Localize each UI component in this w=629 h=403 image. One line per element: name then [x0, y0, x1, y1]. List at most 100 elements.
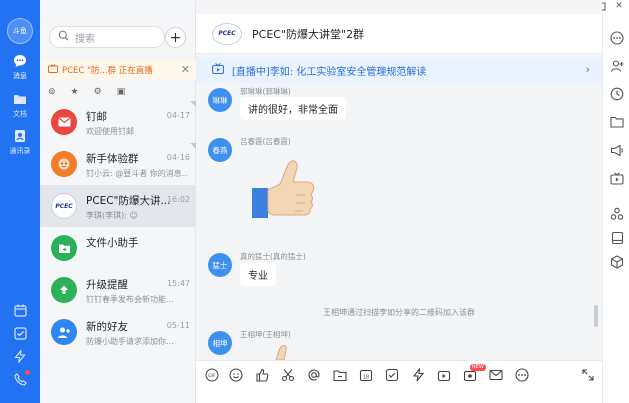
avatar[interactable]: 琳琳: [208, 88, 232, 112]
nav-messages-label: 消息: [13, 72, 27, 80]
contacts-book-icon: [12, 128, 28, 144]
conversation-name: 升级提醒: [86, 279, 128, 291]
nav-messages[interactable]: 消息: [0, 53, 40, 81]
settings-filter-icon[interactable]: ⚙: [94, 87, 102, 97]
phone-icon[interactable]: [12, 370, 30, 387]
apps-triangle-icon[interactable]: [609, 206, 625, 222]
search-input[interactable]: 搜索: [49, 26, 165, 48]
conversation-list-panel: 搜索 + PCEC "防...群 正在直播 ✕ ⊚ ★ ⚙ ▣ 钉邮 04-17…: [40, 0, 196, 403]
conversation-preview: 李琪(李琪): ☺: [86, 211, 138, 220]
chat-header: PCEC PCEC"防爆大讲堂"2群: [196, 14, 602, 54]
video-live-icon[interactable]: [436, 367, 452, 383]
file-folder-icon: [51, 235, 77, 261]
at-mention-icon[interactable]: [306, 367, 322, 383]
conversation-item-mail[interactable]: 钉邮 04-17 欢迎使用钉邮: [40, 101, 196, 143]
plus-icon: +: [169, 29, 182, 46]
nav-contacts-label: 通讯录: [9, 147, 31, 155]
avatar[interactable]: 春燕: [208, 138, 232, 162]
mail-icon: [51, 109, 77, 135]
add-member-icon[interactable]: [609, 58, 625, 74]
megaphone-icon[interactable]: [609, 142, 625, 158]
live-banner[interactable]: PCEC "防...群 正在直播 ✕: [40, 60, 196, 80]
nav-contacts[interactable]: 通讯录: [0, 128, 40, 156]
scissors-icon[interactable]: [280, 367, 296, 383]
avatar[interactable]: 相坤: [208, 331, 232, 355]
clock-icon[interactable]: [609, 86, 625, 102]
chat-panel: PCEC PCEC"防爆大讲堂"2群 [直播中]李如: 化工实验室安全管理规范解…: [196, 0, 602, 403]
sender-name: 王相坤(王相坤): [240, 330, 291, 339]
lightning-icon[interactable]: [410, 367, 426, 383]
calendar-icon[interactable]: [12, 302, 28, 318]
folder-icon[interactable]: [332, 367, 348, 383]
live-tv-icon: [48, 64, 58, 76]
message-input[interactable]: [196, 388, 602, 403]
conversation-item-file-helper[interactable]: 文件小助手: [40, 227, 196, 269]
group-logo[interactable]: PCEC: [212, 22, 242, 45]
live-new-icon[interactable]: NEW: [462, 364, 486, 383]
at-mention-filter-icon[interactable]: ⊚: [48, 87, 56, 97]
add-friend-icon: [51, 319, 77, 345]
nav-docs[interactable]: 文档: [0, 91, 40, 119]
expand-icon[interactable]: [580, 367, 596, 383]
search-placeholder: 搜索: [75, 33, 95, 45]
thumbs-up-sticker[interactable]: [244, 152, 316, 222]
live-stream-text: [直播中]李如: 化工实验室安全管理规范解读: [232, 66, 427, 78]
message-bubble[interactable]: 专业: [240, 263, 276, 286]
calendar-icon[interactable]: 18: [358, 367, 374, 383]
conversation-time: 04-16: [166, 153, 190, 162]
conversation-name: 文件小助手: [86, 237, 139, 249]
conversation-time: 05-11: [166, 321, 190, 330]
doc-filter-icon[interactable]: ▣: [117, 87, 126, 97]
folder-icon: [12, 91, 28, 107]
avatar[interactable]: 猛士: [208, 253, 232, 277]
notebook-icon[interactable]: [609, 230, 625, 246]
live-tv-icon: [212, 63, 224, 77]
lightning-icon[interactable]: [12, 348, 28, 364]
cube-icon[interactable]: [609, 254, 625, 270]
conversation-name: 新手体验群: [86, 153, 139, 165]
add-button[interactable]: +: [165, 27, 186, 48]
gif-icon[interactable]: GIF: [204, 367, 220, 383]
system-notice: 王相坤通过扫描李如分享的二维码加入该群: [323, 308, 475, 317]
conversation-name: 新的好友: [86, 321, 128, 333]
conversation-name: PCEC"防爆大讲...: [86, 195, 171, 207]
chat-bubble-icon: [12, 53, 28, 69]
conversation-item-new-friends[interactable]: 新的好友 05-11 防爆小助手请求添加你...: [40, 311, 196, 353]
thumbs-up-sticker-partial[interactable]: [266, 344, 296, 360]
svg-text:GIF: GIF: [208, 373, 216, 379]
more-icon[interactable]: [514, 367, 530, 383]
emoji-icon[interactable]: [228, 367, 244, 383]
group-robot-icon: [51, 151, 77, 177]
scrollbar[interactable]: [594, 305, 598, 327]
conversation-item-upgrade[interactable]: 升级提醒 15:47 钉钉春季发布会新功能...: [40, 269, 196, 311]
user-avatar[interactable]: 斗鱼: [7, 18, 33, 44]
chevron-right-icon[interactable]: ›: [586, 63, 590, 76]
conversation-time: 04-17: [166, 111, 190, 120]
input-toolbar: GIF 18 NEW: [196, 360, 602, 388]
todo-check-icon[interactable]: [12, 325, 28, 341]
live-stream-strip[interactable]: [直播中]李如: 化工实验室安全管理规范解读 ›: [196, 57, 602, 83]
live-tv-icon[interactable]: [609, 170, 625, 186]
chat-title[interactable]: PCEC"防爆大讲堂"2群: [252, 26, 364, 42]
phone-notification-dot: [25, 370, 30, 375]
close-icon[interactable]: ✕: [181, 63, 190, 76]
nav-rail: 斗鱼 消息 文档 通讯录: [0, 0, 40, 403]
mail-icon[interactable]: [488, 367, 504, 383]
conversation-name: 钉邮: [86, 111, 107, 123]
close-window-icon[interactable]: ✕: [609, 0, 629, 12]
live-banner-text: PCEC "防...群 正在直播: [62, 66, 153, 76]
message-bubble[interactable]: 讲的很好，非常全面: [240, 97, 346, 120]
conversation-time: 16:02: [166, 195, 190, 204]
upload-arrow-icon: [51, 277, 77, 303]
conversation-preview: 钉小云: @昼斗者 你的消息...: [86, 169, 188, 178]
more-options-icon[interactable]: [609, 30, 625, 46]
thumbs-up-icon[interactable]: [254, 367, 270, 383]
checkbox-icon[interactable]: [384, 367, 400, 383]
svg-text:18: 18: [363, 375, 369, 381]
new-badge: NEW: [470, 364, 486, 371]
star-filter-icon[interactable]: ★: [71, 87, 79, 97]
conversation-item-newbie-group[interactable]: 新手体验群 04-16 钉小云: @昼斗者 你的消息...: [40, 143, 196, 185]
nav-docs-label: 文档: [13, 110, 27, 118]
folder-icon[interactable]: [609, 114, 625, 130]
conversation-item-pcec-group[interactable]: PCEC PCEC"防爆大讲... 16:02 李琪(李琪): ☺: [40, 185, 196, 227]
